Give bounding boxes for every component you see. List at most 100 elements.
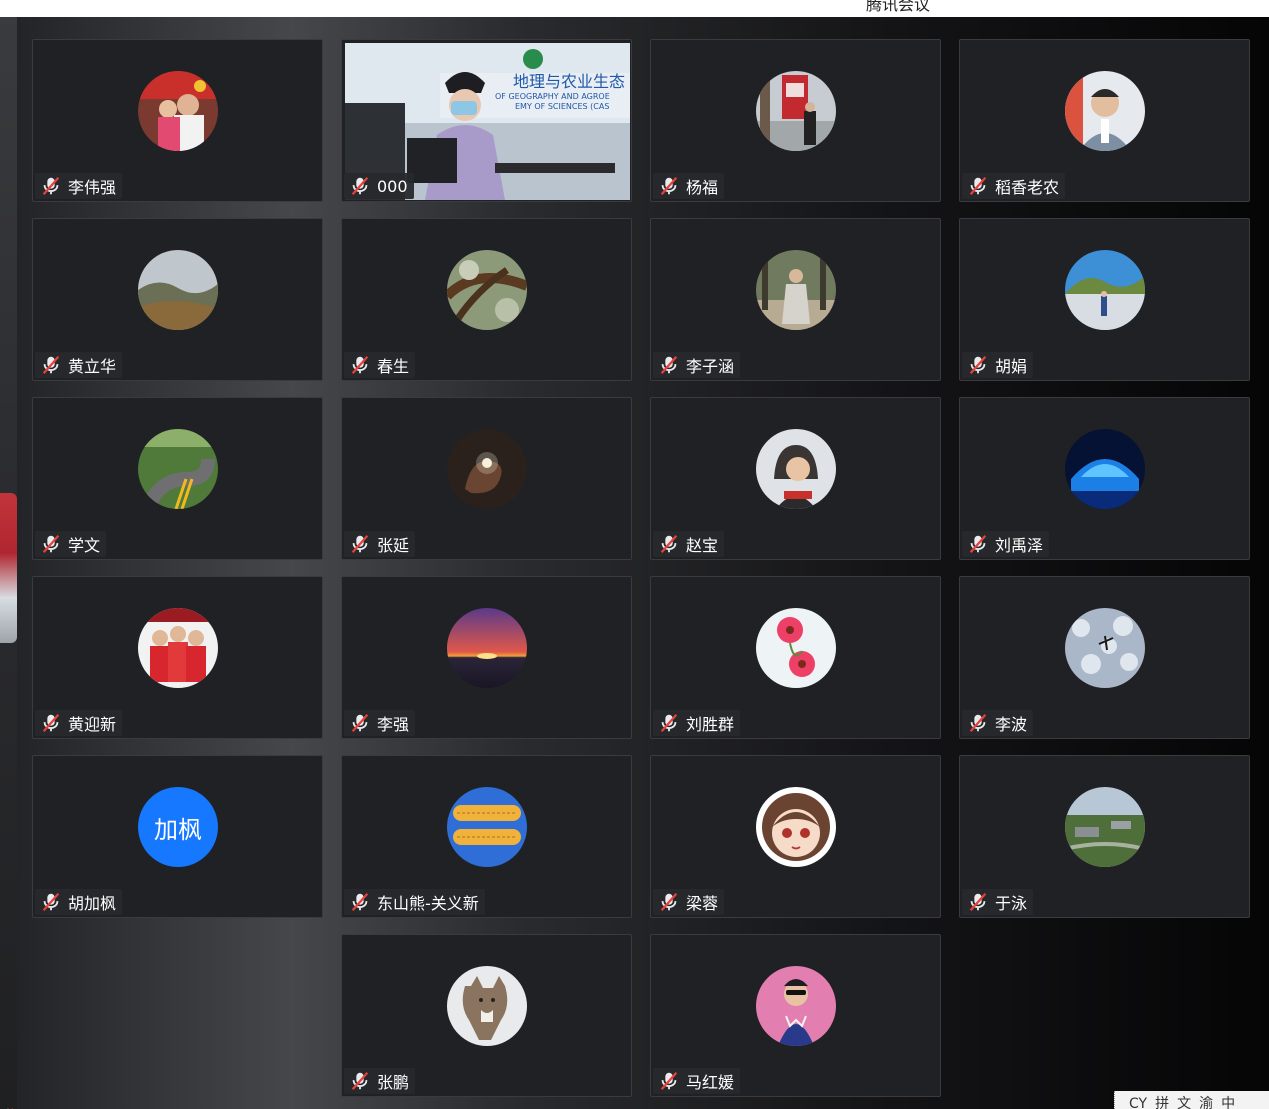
muted-mic-icon (42, 893, 60, 911)
participant-tile[interactable]: 于泳 (959, 755, 1250, 918)
muted-mic-icon (969, 714, 987, 732)
participant-name-tag: 马红媛 (653, 1068, 741, 1094)
participant-tile[interactable]: 加枫 胡加枫 (32, 755, 323, 918)
muted-mic-icon (351, 535, 369, 553)
participant-avatar (138, 608, 218, 688)
participant-avatar (138, 429, 218, 509)
participant-name-tag: 刘胜群 (653, 710, 741, 736)
participant-avatar (1065, 250, 1145, 330)
participant-tile[interactable]: 黄立华 (32, 218, 323, 381)
participant-name: 于泳 (995, 894, 1028, 913)
participant-name-tag: 稻香老农 (962, 173, 1066, 199)
participant-tile[interactable]: 李子涵 (650, 218, 941, 381)
app-title: 腾讯会议 (866, 0, 931, 14)
ime-lang-label[interactable]: 中 (1221, 1093, 1235, 1109)
participant-name-tag: 000 (344, 173, 414, 199)
muted-mic-icon (351, 177, 369, 195)
participant-tile[interactable]: 梁蓉 (650, 755, 941, 918)
participant-name-tag: 李子涵 (653, 352, 741, 378)
participant-avatar (447, 429, 527, 509)
video-sign-text-cn: 地理与农业生态 (513, 72, 625, 91)
participant-avatar (756, 608, 836, 688)
left-side-panel[interactable] (0, 17, 17, 1109)
ime-symbol-label[interactable]: 渝 (1199, 1093, 1213, 1109)
muted-mic-icon (351, 893, 369, 911)
ime-pinyin-label[interactable]: 拼 (1155, 1093, 1169, 1109)
participant-name: 李伟强 (68, 178, 117, 197)
muted-mic-icon (351, 714, 369, 732)
muted-mic-icon (351, 356, 369, 374)
muted-mic-icon (969, 356, 987, 374)
participant-name: 胡娟 (995, 357, 1028, 376)
participant-tile[interactable]: 东山熊-关义新 (341, 755, 632, 918)
participant-name-tag: 刘禹泽 (962, 531, 1050, 557)
muted-mic-icon (42, 356, 60, 374)
participant-avatar (447, 250, 527, 330)
participant-name-tag: 胡娟 (962, 352, 1034, 378)
participant-name-tag: 学文 (35, 531, 107, 557)
muted-mic-icon (660, 356, 678, 374)
participant-tile[interactable]: 胡娟 (959, 218, 1250, 381)
muted-mic-icon (42, 714, 60, 732)
participant-avatar (756, 966, 836, 1046)
participant-name-tag: 李伟强 (35, 173, 123, 199)
participant-name-tag: 李强 (344, 710, 416, 736)
participant-name: 刘胜群 (686, 715, 735, 734)
muted-mic-icon (969, 177, 987, 195)
muted-mic-icon (42, 535, 60, 553)
participant-tile[interactable]: 张延 (341, 397, 632, 560)
participant-tile[interactable]: 赵宝 (650, 397, 941, 560)
participant-tile[interactable]: 刘禹泽 (959, 397, 1250, 560)
participant-tile[interactable]: 马红媛 (650, 934, 941, 1097)
muted-mic-icon (969, 893, 987, 911)
participant-avatar (138, 250, 218, 330)
participant-name: 胡加枫 (68, 894, 117, 913)
participant-name: 刘禹泽 (995, 536, 1044, 555)
participant-avatar (756, 71, 836, 151)
participant-name: 黄迎新 (68, 715, 117, 734)
participant-name-tag: 杨福 (653, 173, 725, 199)
participant-name-tag: 东山熊-关义新 (344, 889, 485, 915)
participant-avatar (756, 787, 836, 867)
participant-tile[interactable]: 杨福 (650, 39, 941, 202)
participant-avatar (1065, 787, 1145, 867)
participant-tile[interactable]: 黄迎新 (32, 576, 323, 739)
muted-mic-icon (42, 177, 60, 195)
participant-name: 稻香老农 (995, 178, 1060, 197)
participant-tile[interactable]: 张鹏 (341, 934, 632, 1097)
participant-name: 000 (377, 176, 408, 196)
video-gallery: 李伟强 地理与农业生态 OF GEOGRAPHY AND AGROE EMY O… (17, 17, 1269, 1109)
window-title-bar: 腾讯会议 (0, 0, 1269, 17)
ime-mode-label[interactable]: CY (1129, 1096, 1147, 1109)
muted-mic-icon (969, 535, 987, 553)
participant-name: 春生 (377, 357, 410, 376)
participant-tile[interactable]: 学文 (32, 397, 323, 560)
participant-name-tag: 胡加枫 (35, 889, 123, 915)
participant-name: 东山熊-关义新 (377, 894, 479, 913)
participant-tile[interactable]: 李波 (959, 576, 1250, 739)
muted-mic-icon (351, 1072, 369, 1090)
participant-tile-video[interactable]: 地理与农业生态 OF GEOGRAPHY AND AGROE EMY OF SC… (341, 39, 632, 202)
participant-tile[interactable]: 刘胜群 (650, 576, 941, 739)
participant-tile[interactable]: 春生 (341, 218, 632, 381)
input-method-toolbar[interactable]: CY 拼文渝中 (1114, 1091, 1269, 1109)
participant-name: 张延 (377, 536, 410, 555)
ime-chinese-label[interactable]: 文 (1177, 1093, 1191, 1109)
participant-avatar (447, 608, 527, 688)
participant-name-tag: 黄立华 (35, 352, 123, 378)
participant-avatar (1065, 429, 1145, 509)
participant-name-tag: 张延 (344, 531, 416, 557)
participant-name-tag: 梁蓉 (653, 889, 725, 915)
participant-tile[interactable]: 李伟强 (32, 39, 323, 202)
participant-name: 李波 (995, 715, 1028, 734)
participant-name-tag: 春生 (344, 352, 416, 378)
participant-avatar (756, 250, 836, 330)
participant-avatar (138, 71, 218, 151)
participant-tile[interactable]: 稻香老农 (959, 39, 1250, 202)
participant-tile[interactable]: 李强 (341, 576, 632, 739)
participant-avatar (447, 966, 527, 1046)
participant-avatar (756, 429, 836, 509)
muted-mic-icon (660, 535, 678, 553)
left-video-peek (0, 493, 17, 643)
participant-name-tag: 李波 (962, 710, 1034, 736)
